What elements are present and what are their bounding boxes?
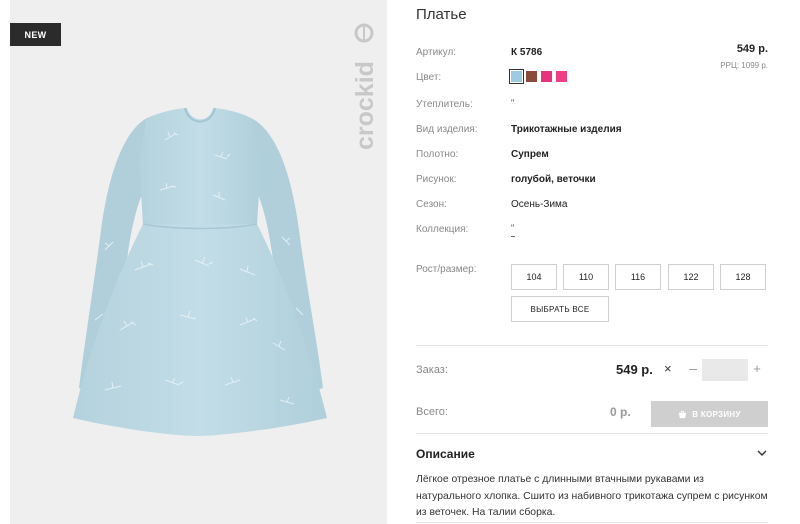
size-button[interactable]: 110 [563,264,609,290]
size-button[interactable]: 116 [615,264,661,290]
product-info: Платье 549 р. РРЦ: 1099 р. Артикул: К 57… [416,0,768,524]
divider [416,522,768,523]
select-all-button[interactable]: ВЫБРАТЬ ВСЕ [511,296,609,322]
brand-logo-text: crockid [351,61,379,150]
size-button[interactable]: 104 [511,264,557,290]
attr-label: Цвет: [416,72,442,83]
attr-product-type: Вид изделия: Трикотажные изделия [416,124,768,140]
attr-value: Супрем [511,149,549,160]
product-image[interactable]: NEW crockid [10,0,387,524]
add-to-cart-label: В КОРЗИНУ [692,409,741,419]
increase-qty-button[interactable]: + [750,361,764,376]
divider [416,345,768,346]
total-value: 0 р. [610,405,631,419]
size-label: Рост/размер: [416,264,477,275]
color-swatch[interactable] [509,69,524,84]
attr-label: Коллекция: [416,224,469,235]
attr-value-underline [511,236,515,237]
attr-value: К 5786 [511,47,543,58]
attr-collection: Коллекция: " [416,224,768,240]
order-price: 549 р. [616,362,653,377]
size-button[interactable]: 128 [720,264,766,290]
color-swatch[interactable] [541,71,552,82]
cart-icon [679,410,687,418]
attr-value: голубой, веточки [511,174,596,185]
product-title: Платье [416,6,467,23]
attr-article: Артикул: К 5786 [416,47,768,63]
attr-value[interactable]: " [511,224,514,233]
attr-label: Вид изделия: [416,124,478,135]
description-heading[interactable]: Описание [416,447,475,461]
attr-label: Полотно: [416,149,459,160]
attr-pattern: Рисунок: голубой, веточки [416,174,768,190]
attr-season: Сезон: Осень-Зима [416,199,768,215]
multiply-sign: × [664,361,672,376]
attr-label: Рисунок: [416,174,457,185]
total-label: Всего: [416,406,448,418]
size-button[interactable]: 122 [668,264,714,290]
add-to-cart-button[interactable]: В КОРЗИНУ [651,401,768,427]
attr-value: Осень-Зима [511,199,568,210]
attr-value: Трикотажные изделия [511,124,622,135]
attr-value: " [511,98,515,108]
attr-label: Утеплитель: [416,99,473,110]
chevron-down-icon[interactable] [756,447,768,459]
description-text: Лёгкое отрезное платье с длинными втачны… [416,474,768,518]
quantity-input[interactable] [702,359,748,381]
color-swatch[interactable] [526,71,537,82]
attr-fabric: Полотно: Супрем [416,149,768,165]
color-swatches [509,69,567,84]
divider [416,433,768,434]
decrease-qty-button[interactable]: – [686,360,700,376]
new-badge: NEW [10,23,61,46]
attr-insulation: Утеплитель: " [416,99,768,115]
dress-illustration [73,107,327,436]
attr-color: Цвет: [416,69,768,88]
color-swatch[interactable] [556,71,567,82]
order-label: Заказ: [416,364,448,376]
attr-label: Артикул: [416,47,457,58]
attr-label: Сезон: [416,199,447,210]
